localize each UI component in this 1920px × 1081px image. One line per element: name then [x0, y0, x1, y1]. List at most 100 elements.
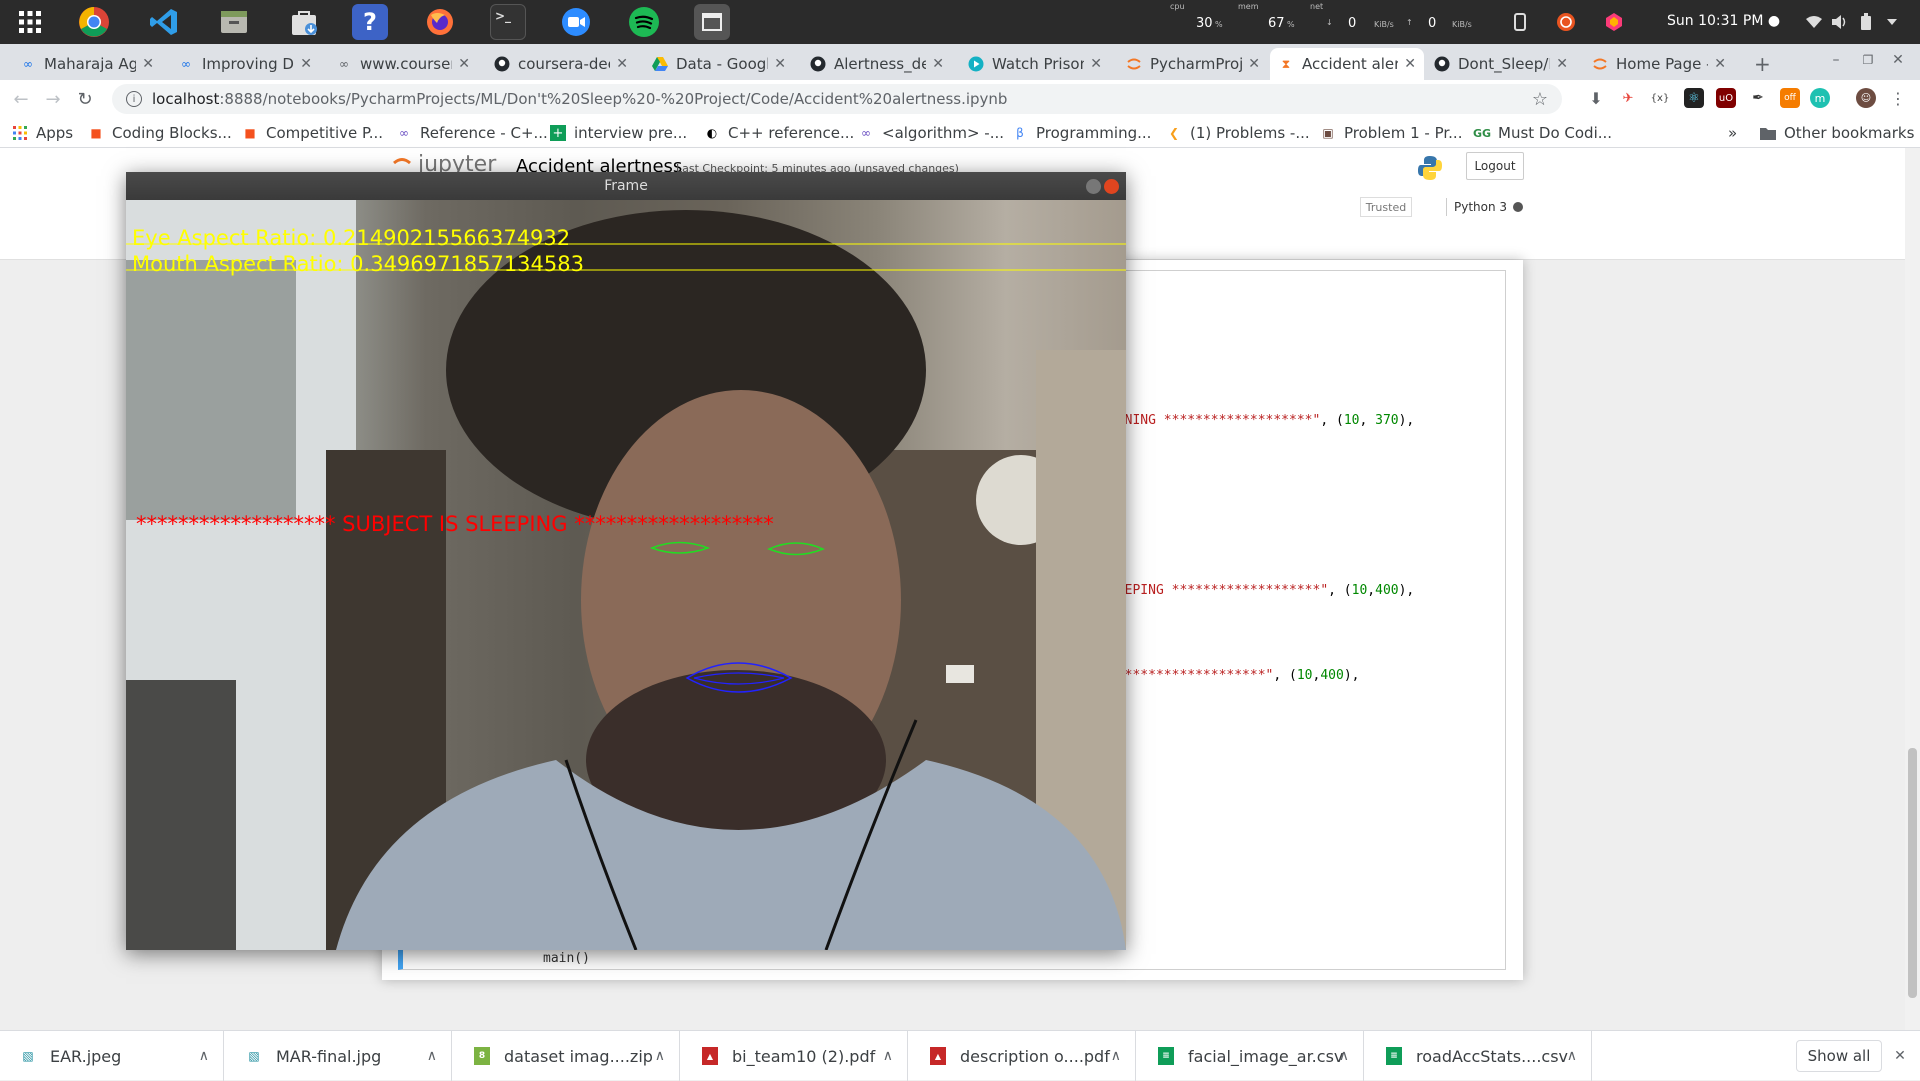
download-item[interactable]: ≡ facial_image_ar.csv ∧: [1138, 1031, 1364, 1081]
download-item[interactable]: ▲ bi_team10 (2).pdf ∧: [682, 1031, 908, 1081]
close-tab-icon[interactable]: ✕: [1248, 56, 1260, 72]
extension-off-icon[interactable]: off: [1780, 88, 1800, 108]
download-item[interactable]: 8 dataset imag....zip ∧: [454, 1031, 680, 1081]
close-tab-icon[interactable]: ✕: [458, 56, 470, 72]
files-icon[interactable]: [216, 4, 252, 40]
minimize-icon[interactable]: –: [1826, 50, 1846, 70]
chrome-icon[interactable]: [76, 4, 112, 40]
app-grid-icon[interactable]: [12, 4, 48, 40]
software-icon[interactable]: [286, 4, 322, 40]
bookmark-coding-blocks[interactable]: ■ Coding Blocks...: [88, 123, 232, 143]
close-downloads-icon[interactable]: ✕: [1890, 1046, 1910, 1066]
back-icon[interactable]: ←: [10, 88, 32, 110]
reload-icon[interactable]: ↻: [74, 88, 96, 110]
app-indicator-icon[interactable]: [1604, 12, 1624, 32]
tab-improving[interactable]: ∞ Improving De ✕: [170, 48, 320, 80]
download-item[interactable]: ▧ EAR.jpeg ∧: [0, 1031, 224, 1081]
bookmark-must-do[interactable]: GG Must Do Codi...: [1473, 123, 1612, 143]
bookmark-apps[interactable]: Apps: [12, 123, 73, 143]
close-tab-icon[interactable]: ✕: [1714, 56, 1726, 72]
tab-google-drive[interactable]: Data - Google✕: [644, 48, 794, 80]
close-tab-icon[interactable]: ✕: [1556, 56, 1568, 72]
chrome-menu-icon[interactable]: ⋮: [1888, 88, 1908, 108]
frame-close-button[interactable]: [1104, 179, 1119, 194]
extension-feather-icon[interactable]: ✒: [1748, 88, 1768, 108]
frame-minimize-button[interactable]: [1086, 179, 1101, 194]
vscode-icon[interactable]: [146, 4, 182, 40]
bookmark-cpp-reference[interactable]: ◐ C++ reference...: [704, 123, 855, 143]
close-tab-icon[interactable]: ✕: [774, 56, 786, 72]
download-item[interactable]: ▧ MAR-final.jpg ∧: [226, 1031, 452, 1081]
tab-home-page[interactable]: Home Page - ✕: [1584, 48, 1734, 80]
chevron-up-icon[interactable]: ∧: [1339, 1048, 1349, 1064]
ubuntu-update-icon[interactable]: [1556, 12, 1576, 32]
tab-pycharm-projects[interactable]: PycharmProj ✕: [1118, 48, 1268, 80]
extension-react-icon[interactable]: ⚛: [1684, 88, 1704, 108]
extension-m-icon[interactable]: m: [1810, 88, 1830, 108]
scrollbar-thumb[interactable]: [1908, 748, 1917, 998]
bookmark-competitive[interactable]: ■ Competitive P...: [242, 123, 383, 143]
help-icon[interactable]: ?: [352, 4, 388, 40]
close-tab-icon[interactable]: ✕: [932, 56, 944, 72]
kernel-name[interactable]: Python 3: [1454, 200, 1507, 214]
chevron-up-icon[interactable]: ∧: [883, 1048, 893, 1064]
bookmark-other[interactable]: Other bookmarks: [1760, 123, 1914, 143]
chevron-up-icon[interactable]: ∧: [427, 1048, 437, 1064]
volume-icon[interactable]: [1830, 12, 1850, 32]
clock[interactable]: Sun 10:31 PM ●: [1667, 13, 1780, 29]
close-tab-icon[interactable]: ✕: [142, 56, 154, 72]
chevron-up-icon[interactable]: ∧: [655, 1048, 665, 1064]
tab-accident-alertness[interactable]: ⧗ Accident aler ✕: [1270, 48, 1424, 80]
close-window-icon[interactable]: ✕: [1888, 50, 1908, 70]
bookmark-problems[interactable]: ❮ (1) Problems -...: [1166, 123, 1310, 143]
url-bar[interactable]: i localhost:8888/notebooks/PycharmProjec…: [112, 84, 1562, 114]
bookmark-problem-1[interactable]: ▣ Problem 1 - Pr...: [1320, 123, 1462, 143]
trusted-indicator[interactable]: Trusted: [1360, 197, 1412, 217]
tab-watch-prison[interactable]: Watch Prison ✕: [960, 48, 1110, 80]
download-item[interactable]: ≡ roadAccStats....csv ∧: [1366, 1031, 1592, 1081]
new-tab-button[interactable]: +: [1746, 48, 1776, 80]
bookmark-reference-cpp[interactable]: ∞ Reference - C+...: [396, 123, 548, 143]
terminal-icon[interactable]: >_: [490, 4, 526, 40]
close-tab-icon[interactable]: ✕: [1090, 56, 1102, 72]
close-tab-icon[interactable]: ✕: [616, 56, 628, 72]
phone-icon[interactable]: [1510, 12, 1530, 32]
close-tab-icon[interactable]: ✕: [1404, 56, 1416, 72]
download-arrow-icon[interactable]: ⬇: [1586, 88, 1606, 108]
bookmark-programming[interactable]: β Programming...: [1012, 123, 1151, 143]
bookmark-interview-prep[interactable]: + interview pre...: [550, 123, 687, 143]
chevron-up-icon[interactable]: ∧: [1111, 1048, 1121, 1064]
spotify-icon[interactable]: [626, 4, 662, 40]
webcam-scene: [126, 200, 1126, 950]
page-scrollbar[interactable]: [1905, 148, 1920, 1030]
bookmark-star-icon[interactable]: ☆: [1532, 89, 1548, 110]
system-menu-arrow-icon[interactable]: [1882, 12, 1902, 32]
bookmark-algorithm[interactable]: ∞ <algorithm> -...: [858, 123, 1004, 143]
tab-alertness[interactable]: Alertness_de ✕: [802, 48, 952, 80]
forward-icon[interactable]: →: [42, 88, 64, 110]
extension-json-icon[interactable]: {x}: [1650, 88, 1670, 108]
tab-coursera[interactable]: ∞ www.courser ✕: [328, 48, 478, 80]
profile-avatar[interactable]: ☺: [1856, 88, 1876, 108]
wifi-icon[interactable]: [1804, 12, 1824, 32]
zoom-icon[interactable]: [558, 4, 594, 40]
firefox-icon[interactable]: [422, 4, 458, 40]
tab-coursera-deep[interactable]: coursera-dee ✕: [486, 48, 636, 80]
tab-maharaja[interactable]: ∞ Maharaja Agr ✕: [12, 48, 162, 80]
show-all-downloads-button[interactable]: Show all: [1796, 1040, 1882, 1072]
restore-icon[interactable]: ❐: [1858, 50, 1878, 70]
logout-button[interactable]: Logout: [1466, 152, 1524, 180]
download-item[interactable]: ▲ description o....pdf ∧: [910, 1031, 1136, 1081]
extension-ublock-icon[interactable]: uO: [1716, 88, 1736, 108]
chevron-up-icon[interactable]: ∧: [1567, 1048, 1577, 1064]
bookmarks-overflow-chevron[interactable]: »: [1728, 123, 1737, 143]
frame-titlebar[interactable]: Frame: [126, 172, 1126, 200]
chevron-up-icon[interactable]: ∧: [199, 1048, 209, 1064]
extension-code-icon[interactable]: ✈: [1618, 88, 1638, 108]
battery-icon[interactable]: [1856, 12, 1876, 32]
info-icon[interactable]: i: [126, 91, 142, 107]
frame-window[interactable]: Frame Eye Aspect Ratio: 0.21490215566374…: [126, 172, 1126, 950]
close-tab-icon[interactable]: ✕: [300, 56, 312, 72]
tab-dont-sleep[interactable]: Dont_Sleep/F ✕: [1426, 48, 1576, 80]
window-icon[interactable]: [694, 4, 730, 40]
